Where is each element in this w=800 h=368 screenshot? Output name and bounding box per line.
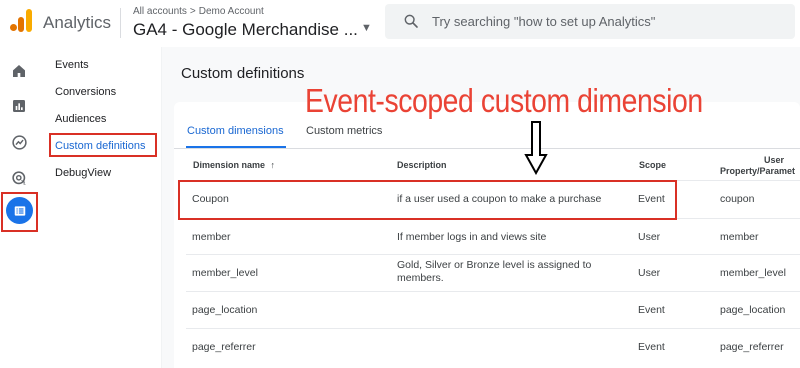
breadcrumb-separator: > bbox=[189, 6, 196, 17]
column-header-label: Dimension name bbox=[193, 160, 266, 170]
highlight-box bbox=[178, 180, 677, 220]
table-row[interactable]: member_level Gold, Silver or Bronze leve… bbox=[186, 254, 800, 290]
breadcrumb-item: All accounts bbox=[133, 6, 187, 17]
cell-dimension-name: page_referrer bbox=[192, 341, 256, 353]
breadcrumb[interactable]: All accounts > Demo Account bbox=[133, 6, 264, 17]
configure-icon[interactable] bbox=[6, 197, 33, 224]
tab-custom-dimensions[interactable]: Custom dimensions bbox=[187, 125, 284, 137]
cell-parameter: member_level bbox=[720, 267, 786, 279]
cell-scope: Event bbox=[638, 341, 665, 353]
cell-scope: Event bbox=[638, 304, 665, 316]
tab-custom-metrics[interactable]: Custom metrics bbox=[306, 125, 382, 137]
page-title: Custom definitions bbox=[181, 65, 305, 82]
nav-item-custom-definitions[interactable]: Custom definitions bbox=[55, 140, 146, 152]
cell-scope: User bbox=[638, 231, 661, 243]
cell-description: Gold, Silver or Bronze level is assigned… bbox=[397, 259, 592, 284]
reports-icon[interactable] bbox=[9, 96, 29, 116]
cell-dimension-name: member bbox=[192, 231, 231, 243]
explore-icon[interactable] bbox=[9, 132, 29, 152]
annotation-label: Event-scoped custom dimension bbox=[305, 82, 703, 119]
table-row[interactable]: page_referrer Event page_referrer bbox=[186, 328, 800, 364]
down-arrow-icon bbox=[524, 121, 548, 175]
column-header-scope: Scope bbox=[639, 160, 667, 170]
table-row[interactable]: member If member logs in and views site … bbox=[186, 218, 800, 254]
breadcrumb-item: Demo Account bbox=[198, 6, 264, 17]
cell-dimension-name: member_level bbox=[192, 267, 258, 279]
nav-item-debugview[interactable]: DebugView bbox=[55, 167, 111, 179]
top-bar: Analytics All accounts > Demo Account GA4 … bbox=[0, 0, 800, 47]
definitions-card: Custom dimensions Custom metrics Dimensi… bbox=[174, 102, 800, 368]
cell-parameter: page_referrer bbox=[720, 341, 784, 353]
search-icon bbox=[404, 14, 418, 28]
nav-item-events[interactable]: Events bbox=[55, 59, 89, 71]
sort-arrow-icon[interactable]: ↑ bbox=[271, 160, 276, 170]
cell-parameter: coupon bbox=[720, 193, 755, 205]
search-bar[interactable]: Try searching "how to set up Analytics" bbox=[385, 4, 795, 39]
nav-item-conversions[interactable]: Conversions bbox=[55, 86, 116, 98]
analytics-logo[interactable] bbox=[10, 9, 34, 33]
cell-dimension-name: page_location bbox=[192, 304, 258, 316]
dropdown-caret-icon[interactable]: ▼ bbox=[361, 22, 372, 34]
column-header-user-property-line2: Property/Paramet bbox=[720, 166, 796, 176]
search-input[interactable]: Try searching "how to set up Analytics" bbox=[432, 14, 655, 29]
left-rail bbox=[0, 47, 38, 368]
nav-item-audiences[interactable]: Audiences bbox=[55, 113, 106, 125]
cell-parameter: member bbox=[720, 231, 759, 243]
app-name[interactable]: Analytics bbox=[43, 13, 111, 33]
table-row[interactable]: page_location Event page_location bbox=[186, 291, 800, 327]
property-selector[interactable]: GA4 - Google Merchandise ... bbox=[133, 20, 358, 40]
cell-description: If member logs in and views site bbox=[397, 231, 547, 243]
column-header-description: Description bbox=[397, 160, 447, 170]
header-divider bbox=[120, 8, 121, 38]
column-header-user-property-line1: User bbox=[764, 155, 785, 165]
advertising-icon[interactable] bbox=[9, 168, 29, 188]
tabs-divider bbox=[174, 148, 800, 149]
column-header-dimension-name[interactable]: Dimension name ↑ bbox=[193, 160, 275, 170]
cell-scope: User bbox=[638, 267, 661, 279]
home-icon[interactable] bbox=[9, 61, 29, 81]
admin-subnav: Events Conversions Audiences Custom defi… bbox=[38, 47, 162, 368]
cell-parameter: page_location bbox=[720, 304, 786, 316]
